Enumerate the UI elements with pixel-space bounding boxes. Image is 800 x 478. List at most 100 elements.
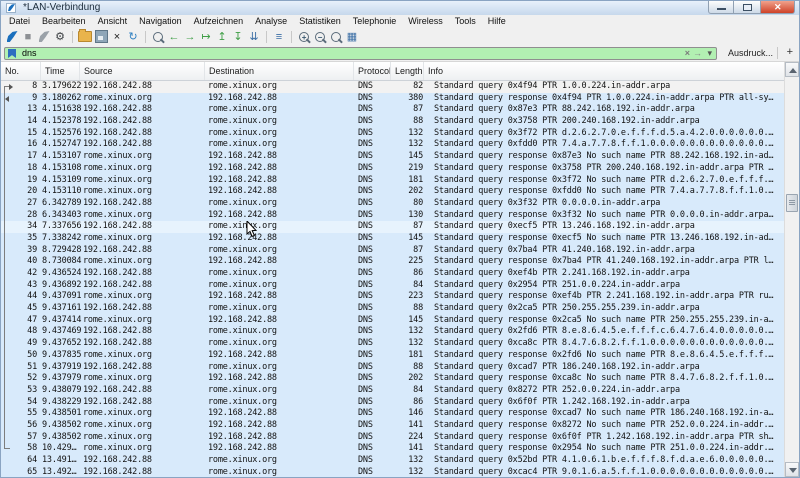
menu-telephonie[interactable]: Telephonie [347,15,403,28]
packet-row-42[interactable]: 429.436524192.168.242.88rome.xinux.orgDN… [1,268,786,280]
packet-row-51[interactable]: 519.437919192.168.242.88rome.xinux.orgDN… [1,362,786,374]
zoom-in-icon[interactable]: + [297,30,311,44]
packet-row-27[interactable]: 276.342789192.168.242.88rome.xinux.orgDN… [1,198,786,210]
filter-value[interactable]: dns [22,48,37,59]
column-header-time[interactable]: Time [41,62,80,80]
packet-row-20[interactable]: 204.153110rome.xinux.org192.168.242.88DN… [1,186,786,198]
cell-dst: rome.xinux.org [208,245,277,257]
packet-row-17[interactable]: 174.153107rome.xinux.org192.168.242.88DN… [1,151,786,163]
packet-row-45[interactable]: 459.437161192.168.242.88rome.xinux.orgDN… [1,303,786,315]
packet-row-64[interactable]: 6413.491…192.168.242.88rome.xinux.orgDNS… [1,455,786,467]
stop-capture-icon[interactable]: ■ [21,30,35,44]
close-file-icon[interactable]: × [110,30,124,44]
cell-len: 132 [386,467,423,477]
go-to-packet-icon[interactable]: ↦ [199,30,213,44]
close-button[interactable]: ✕ [761,1,795,14]
start-capture-icon[interactable] [5,30,19,44]
cell-src: 192.168.242.88 [83,128,152,140]
display-filter-input[interactable]: dns × → ▾ [4,47,717,60]
go-back-icon[interactable]: ← [167,30,181,44]
menu-wireless[interactable]: Wireless [402,15,449,28]
packet-row-13[interactable]: 134.151638192.168.242.88rome.xinux.orgDN… [1,104,786,116]
colorize-icon[interactable]: ≡ [272,30,286,44]
cell-src: 192.168.242.88 [83,245,152,257]
scroll-up-button[interactable] [785,62,799,77]
bookmark-icon[interactable] [8,49,16,58]
column-header-destination[interactable]: Destination [205,62,354,80]
packet-row-15[interactable]: 154.152576192.168.242.88rome.xinux.orgDN… [1,128,786,140]
column-header-length[interactable]: Length [391,62,424,80]
menu-aufzeichnen[interactable]: Aufzeichnen [188,15,250,28]
menu-hilfe[interactable]: Hilfe [482,15,512,28]
clear-filter-icon[interactable]: × [685,48,690,59]
resize-columns-icon[interactable]: ▦ [345,30,359,44]
packet-row-47[interactable]: 479.437414rome.xinux.org192.168.242.88DN… [1,315,786,327]
packet-row-34[interactable]: 347.337656192.168.242.88rome.xinux.orgDN… [1,221,786,233]
packet-row-56[interactable]: 569.438502rome.xinux.org192.168.242.88DN… [1,420,786,432]
cell-src: 192.168.242.88 [83,397,152,409]
packet-row-54[interactable]: 549.438229192.168.242.88rome.xinux.orgDN… [1,397,786,409]
expression-button[interactable]: Ausdruck... [728,48,773,58]
add-filter-button[interactable]: + [787,46,793,58]
packet-row-16[interactable]: 164.152747192.168.242.88rome.xinux.orgDN… [1,139,786,151]
packet-row-65[interactable]: 6513.492…192.168.242.88rome.xinux.orgDNS… [1,467,786,477]
cell-time: 4.152378 [42,116,81,128]
vertical-scrollbar[interactable] [784,62,799,477]
zoom-reset-icon[interactable] [329,30,343,44]
column-header-info[interactable]: Info [424,62,786,80]
cell-src: 192.168.242.88 [83,221,152,233]
menu-bearbeiten[interactable]: Bearbeiten [36,15,92,28]
menu-analyse[interactable]: Analyse [249,15,293,28]
menu-statistiken[interactable]: Statistiken [293,15,347,28]
minimize-button[interactable] [708,1,734,14]
packet-row-39[interactable]: 398.729428192.168.242.88rome.xinux.orgDN… [1,245,786,257]
capture-options-icon[interactable]: ⚙ [53,30,67,44]
reload-icon[interactable]: ↻ [126,30,140,44]
packet-row-9[interactable]: 93.180262rome.xinux.org192.168.242.88DNS… [1,93,786,105]
packet-row-18[interactable]: 184.153108rome.xinux.org192.168.242.88DN… [1,163,786,175]
menu-datei[interactable]: Datei [3,15,36,28]
packet-row-55[interactable]: 559.438501rome.xinux.org192.168.242.88DN… [1,408,786,420]
menu-ansicht[interactable]: Ansicht [92,15,134,28]
packet-row-52[interactable]: 529.437979rome.xinux.org192.168.242.88DN… [1,373,786,385]
menu-navigation[interactable]: Navigation [133,15,188,28]
maximize-button[interactable] [734,1,761,14]
cell-info: Standard query response 0x3f32 No such n… [434,210,784,222]
scrollbar-thumb[interactable] [786,194,798,212]
packet-row-53[interactable]: 539.438079192.168.242.88rome.xinux.orgDN… [1,385,786,397]
packet-row-58[interactable]: 5810.429…rome.xinux.org192.168.242.88DNS… [1,443,786,455]
packet-row-49[interactable]: 499.437652192.168.242.88rome.xinux.orgDN… [1,338,786,350]
packet-row-40[interactable]: 408.730084rome.xinux.org192.168.242.88DN… [1,256,786,268]
go-to-top-icon[interactable]: ↥ [215,30,229,44]
restart-capture-icon[interactable] [37,30,51,44]
cell-time: 7.338242 [42,233,81,245]
packet-row-43[interactable]: 439.436892192.168.242.88rome.xinux.orgDN… [1,280,786,292]
go-to-bottom-icon[interactable]: ↧ [231,30,245,44]
filter-dropdown-caret[interactable]: ▾ [707,48,712,59]
packet-row-44[interactable]: 449.437091rome.xinux.org192.168.242.88DN… [1,291,786,303]
cell-info: Standard query response 0x3758 PTR 200.2… [434,163,784,175]
find-packet-icon[interactable] [151,30,165,44]
auto-scroll-icon[interactable]: ⇊ [247,30,261,44]
zoom-out-icon[interactable]: − [313,30,327,44]
column-header-source[interactable]: Source [80,62,205,80]
column-header-no[interactable]: No. [1,62,41,80]
scroll-down-button[interactable] [785,462,799,477]
packet-row-35[interactable]: 357.338242rome.xinux.org192.168.242.88DN… [1,233,786,245]
cell-dst: rome.xinux.org [208,198,277,210]
packet-row-48[interactable]: 489.437469192.168.242.88rome.xinux.orgDN… [1,326,786,338]
packet-row-14[interactable]: 144.152378192.168.242.88rome.xinux.orgDN… [1,116,786,128]
menu-tools[interactable]: Tools [449,15,482,28]
cell-time: 9.438501 [42,408,81,420]
packet-row-28[interactable]: 286.343403rome.xinux.org192.168.242.88DN… [1,210,786,222]
packet-row-50[interactable]: 509.437835rome.xinux.org192.168.242.88DN… [1,350,786,362]
cell-src: 192.168.242.88 [83,116,152,128]
packet-row-19[interactable]: 194.153109rome.xinux.org192.168.242.88DN… [1,175,786,187]
save-file-icon[interactable] [94,30,108,44]
packet-row-8[interactable]: 83.179622192.168.242.88rome.xinux.orgDNS… [1,81,786,93]
open-file-icon[interactable] [78,30,92,44]
apply-filter-icon[interactable]: → [693,48,702,59]
column-header-protocol[interactable]: Protocol [354,62,391,80]
packet-row-57[interactable]: 579.438502rome.xinux.org192.168.242.88DN… [1,432,786,444]
go-forward-icon[interactable]: → [183,30,197,44]
